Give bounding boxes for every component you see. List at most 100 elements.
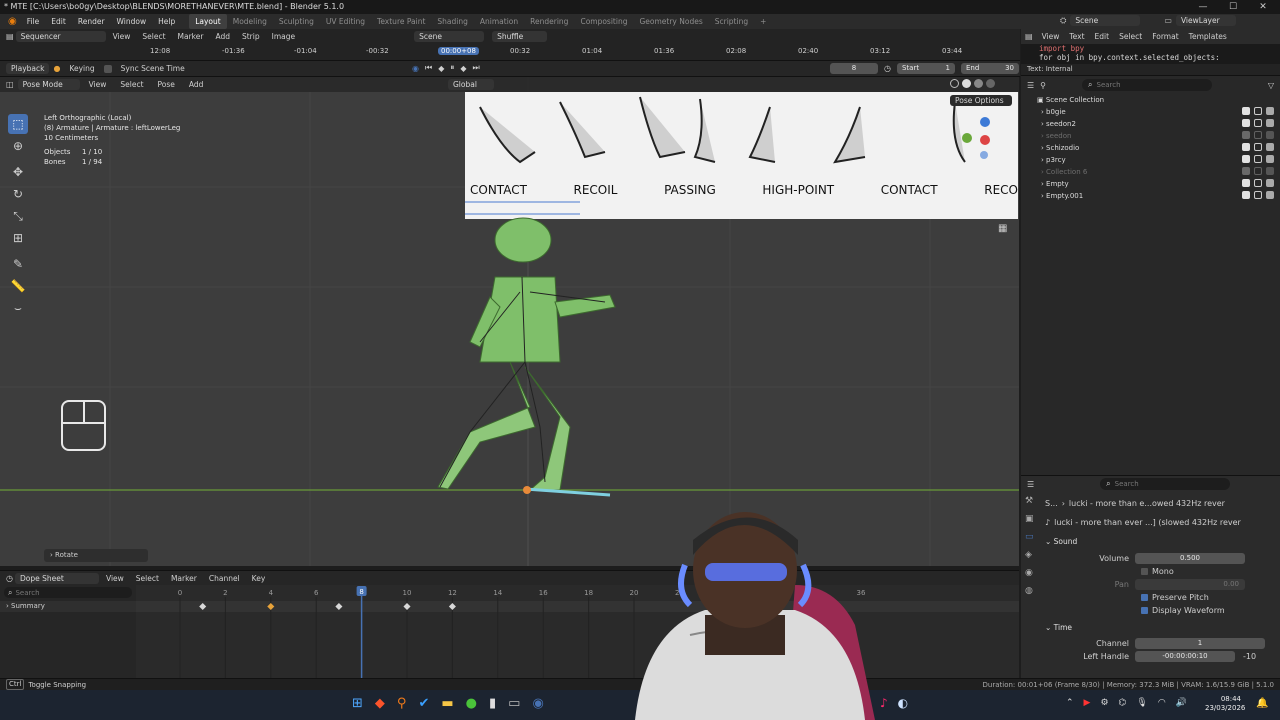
outliner-item[interactable]: › seedon (1037, 130, 1280, 142)
dope-menu-key[interactable]: Key (247, 574, 271, 583)
scene-collection-row[interactable]: ▣ Scene Collection (1037, 94, 1280, 106)
exclude-checkbox[interactable] (1242, 143, 1250, 151)
camera-icon[interactable] (1266, 119, 1274, 127)
material-shading-icon[interactable] (974, 79, 983, 88)
display-waveform-checkbox[interactable] (1141, 607, 1148, 614)
annotate-tool-icon[interactable]: ✎ (8, 254, 28, 274)
text-menu-view[interactable]: View (1037, 32, 1065, 41)
tab-uv-editing[interactable]: UV Editing (320, 14, 371, 29)
grid-toggle-icon[interactable]: ▦ (998, 223, 1007, 234)
dope-menu-channel[interactable]: Channel (204, 574, 245, 583)
tab-sculpting[interactable]: Sculpting (273, 14, 320, 29)
eye-icon[interactable] (1254, 167, 1262, 175)
text-menu-select[interactable]: Select (1114, 32, 1147, 41)
menu-window[interactable]: Window (111, 14, 153, 29)
move-tool-icon[interactable]: ✥ (8, 162, 28, 182)
vscode-icon[interactable]: ✔ (418, 696, 429, 711)
tray-chevron-icon[interactable]: ⌃ (1066, 698, 1074, 708)
camera-icon[interactable] (1266, 167, 1274, 175)
tab-compositing[interactable]: Compositing (574, 14, 633, 29)
vp-menu-view[interactable]: View (84, 80, 112, 89)
tool-tab-icon[interactable]: ⚒ (1025, 496, 1039, 506)
sound-panel-header[interactable]: ⌄ Sound (1045, 535, 1275, 548)
text-menu-format[interactable]: Format (1147, 32, 1183, 41)
text-menu-templates[interactable]: Templates (1184, 32, 1232, 41)
camera-icon[interactable] (1266, 143, 1274, 151)
properties-editor-icon[interactable]: ☰ (1027, 480, 1034, 489)
eye-icon[interactable] (1254, 107, 1262, 115)
playback-menu[interactable]: Playback (6, 63, 50, 74)
brave-icon[interactable]: ◆ (375, 696, 385, 711)
close-button[interactable]: ✕ (1248, 0, 1278, 14)
editor-type-icon[interactable]: ▤ (6, 32, 14, 41)
measure-tool-icon[interactable]: 📏 (8, 276, 28, 296)
sequencer-ruler[interactable]: 12:08 -01:36 -01:04 -00:32 00:00+08 00:32 01:0… (0, 45, 1020, 59)
dope-timeline[interactable]: 0246810121416182028303234368 (136, 585, 1019, 679)
add-workspace-button[interactable]: + (754, 14, 772, 29)
exclude-checkbox[interactable] (1242, 119, 1250, 127)
tiktok-icon[interactable]: ♪ (880, 696, 888, 710)
3d-viewport[interactable]: Left Orthographic (Local) (8) Armature |… (0, 77, 1019, 566)
end-frame-field[interactable]: End 30 (960, 63, 1019, 74)
volume-tray-icon[interactable]: 🔊 (1176, 698, 1187, 708)
jump-end-icon[interactable]: ⏭ (473, 63, 480, 73)
epic-icon[interactable]: ▮ (489, 696, 496, 711)
start-frame-field[interactable]: Start 1 (896, 63, 955, 74)
camera-icon[interactable] (1266, 107, 1274, 115)
tab-rendering[interactable]: Rendering (524, 14, 574, 29)
eye-icon[interactable] (1254, 119, 1262, 127)
outliner-search-input[interactable]: ⌕ Search (1082, 79, 1213, 91)
menu-render[interactable]: Render (72, 14, 111, 29)
seq-mode-selector[interactable]: Shuffle (492, 31, 548, 42)
vp-menu-select[interactable]: Select (115, 80, 148, 89)
modifier-tab-icon[interactable]: ◈ (1025, 550, 1039, 560)
time-panel-header[interactable]: ⌄ Time (1045, 621, 1275, 634)
rendered-shading-icon[interactable] (986, 79, 995, 88)
current-frame-field[interactable]: 8 (830, 63, 878, 74)
eye-icon[interactable] (1254, 131, 1262, 139)
tab-animation[interactable]: Animation (474, 14, 524, 29)
seq-menu-strip[interactable]: Strip (237, 32, 265, 41)
outliner-editor-icon[interactable]: ☰ (1027, 81, 1034, 90)
steam-icon[interactable]: ◐ (898, 696, 908, 710)
navigation-gizmo[interactable] (958, 115, 1008, 165)
outliner-item[interactable]: › Schizodio (1037, 142, 1280, 154)
tab-geometry-nodes[interactable]: Geometry Nodes (633, 14, 708, 29)
viewport-editor-icon[interactable]: ◫ (6, 80, 14, 89)
file-explorer-icon[interactable]: ▬ (441, 696, 453, 711)
preserve-pitch-checkbox[interactable] (1141, 594, 1148, 601)
tab-modeling[interactable]: Modeling (227, 14, 273, 29)
outliner-filter-icon[interactable]: ⚲ (1040, 81, 1046, 90)
camera-icon[interactable] (1266, 179, 1274, 187)
transform-tool-icon[interactable]: ⊞ (8, 228, 28, 248)
settings-tray-icon[interactable]: ⚙ (1100, 698, 1108, 708)
search-app-icon[interactable]: ⚲ (397, 696, 407, 711)
strip-tab-icon[interactable]: ▭ (1025, 532, 1039, 542)
exclude-checkbox[interactable] (1242, 107, 1250, 115)
dope-editor-icon[interactable]: ◷ (6, 574, 13, 583)
blender-logo-icon[interactable]: ◉ (4, 16, 21, 27)
left-handle-field[interactable]: -00:00:00:10 (1135, 651, 1235, 662)
dope-search-input[interactable]: ⌕ Search (4, 587, 132, 598)
dope-menu-view[interactable]: View (101, 574, 129, 583)
exclude-checkbox[interactable] (1242, 179, 1250, 187)
notifications-icon[interactable]: 🔔 (1256, 698, 1268, 709)
keying-menu[interactable]: Keying (64, 64, 99, 73)
vp-menu-add[interactable]: Add (184, 80, 209, 89)
clock[interactable]: 08:44 23/03/2026 (1205, 695, 1245, 713)
pose-options-button[interactable]: Pose Options (950, 95, 1012, 106)
exclude-checkbox[interactable] (1242, 191, 1250, 199)
camera-icon[interactable] (1266, 155, 1274, 163)
properties-search-input[interactable]: ⌕ Search (1100, 478, 1231, 490)
tab-scripting[interactable]: Scripting (709, 14, 754, 29)
minimize-button[interactable]: — (1188, 0, 1218, 14)
menu-file[interactable]: File (21, 14, 46, 29)
prev-key-icon[interactable]: ◆ (438, 64, 444, 73)
viewlayer-selector[interactable]: ViewLayer (1175, 15, 1236, 26)
dope-mode-selector[interactable]: Dope Sheet (14, 572, 99, 584)
outliner-item[interactable]: › Collection 6 (1037, 166, 1280, 178)
character-model[interactable] (437, 217, 616, 497)
rotate-tool-icon[interactable]: ↻ (8, 184, 28, 204)
sequencer-editor-type[interactable]: Sequencer (15, 31, 106, 42)
blender-task-icon[interactable]: ◉ (532, 696, 543, 711)
